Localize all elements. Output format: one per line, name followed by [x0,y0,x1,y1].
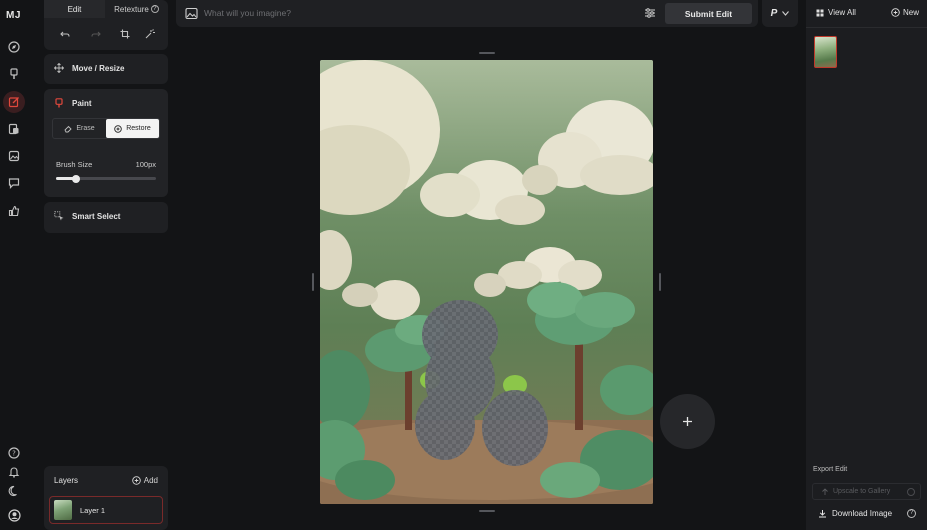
move-resize-label: Move / Resize [72,63,125,73]
add-layer-label: Add [143,476,158,485]
view-all-label: View All [828,8,856,17]
download-image-button[interactable]: Download Image ? [812,505,921,522]
chevron-down-icon [782,11,790,16]
image-icon[interactable] [185,7,198,20]
plus-circle-icon [891,8,900,17]
grid-icon [816,9,824,16]
help-icon: ? [907,509,916,518]
eraser-icon [64,125,72,132]
organize-icon[interactable] [7,122,21,136]
restore-button[interactable]: Restore [106,119,159,138]
new-label: New [902,8,919,17]
layers-panel: Layers Add Layer 1 [44,466,168,530]
redo-icon[interactable] [89,27,103,41]
mode-label: P [770,8,778,19]
bell-icon[interactable] [7,465,21,479]
thumbs-up-icon[interactable] [7,204,21,218]
canvas-handle-left[interactable] [312,273,314,291]
tab-retexture-label: Retexture [114,4,149,14]
submit-edit-button[interactable]: Submit Edit [665,3,752,24]
canvas-artwork [320,60,653,504]
layers-title: Layers [54,476,79,485]
plus-icon [683,417,692,426]
paint-label: Paint [72,98,92,108]
tab-edit[interactable]: Edit [44,0,105,18]
crop-icon[interactable] [118,27,132,41]
paint-tool: Paint Erase Restore Brush Size 100px [44,89,168,197]
layer-item[interactable]: Layer 1 [49,496,163,524]
brush-size-knob[interactable] [72,174,80,183]
export-edit-label: Export Edit [813,466,848,473]
erase-button[interactable]: Erase [53,119,106,138]
chat-icon[interactable] [7,176,21,190]
left-rail: MJ ? [0,0,30,530]
help-icon[interactable]: ? [7,446,21,460]
smart-select-label: Smart Select [72,211,121,221]
mode-dropdown[interactable]: P [762,0,798,27]
settings-sliders-icon[interactable] [644,7,656,19]
upscale-label: Upscale to Gallery [833,488,891,495]
new-button[interactable]: New [891,8,919,17]
erase-label: Erase [76,125,95,132]
prompt-input[interactable]: What will you imagine? [204,8,291,18]
editor-app: MJ ? Edit Retexture ? Move / Resize Pain… [0,0,927,530]
help-icon [907,488,915,496]
paint-brush-icon [55,98,63,108]
upscale-to-gallery-button[interactable]: Upscale to Gallery [812,483,921,500]
smart-select-icon [54,211,64,221]
help-icon: ? [150,5,159,13]
smart-select-row: Smart Select [54,211,120,221]
svg-text:?: ? [12,450,16,458]
paint-brush-icon[interactable] [7,67,21,81]
edit-thumbnail[interactable] [814,36,837,68]
paint-row[interactable]: Paint [54,98,92,108]
restore-icon [114,124,122,133]
move-resize-tool[interactable]: Move / Resize [44,54,168,84]
plus-circle-icon [132,476,141,485]
canvas-handle-right[interactable] [659,273,661,291]
upscale-icon [822,487,828,495]
restore-label: Restore [126,125,151,132]
move-icon [54,63,64,73]
profile-icon[interactable] [7,508,21,522]
download-icon [819,510,826,518]
paint-mode-toggle: Erase Restore [52,118,160,139]
view-all-button[interactable]: View All [816,8,856,17]
add-canvas-button[interactable] [660,394,715,449]
app-logo[interactable]: MJ [6,10,21,21]
right-panel: View All New Export Edit Upscale to Gall… [806,0,927,530]
layer-label: Layer 1 [80,505,106,515]
brush-size-value: 100px [135,160,156,169]
edit-canvas[interactable] [320,60,653,504]
canvas-handle-top[interactable] [479,52,495,54]
add-layer-button[interactable]: Add [132,476,158,485]
move-resize-row: Move / Resize [54,63,124,73]
brush-size-label: Brush Size [56,160,93,169]
explore-icon[interactable] [7,40,21,54]
canvas-handle-bottom[interactable] [479,510,495,512]
image-icon[interactable] [7,149,21,163]
magic-icon[interactable] [143,27,157,41]
brush-size-slider[interactable] [56,174,156,183]
smart-select-tool[interactable]: Smart Select [44,202,168,233]
divider [806,27,927,28]
edit-tabs-panel: Edit Retexture ? [44,0,168,50]
download-label: Download Image [832,509,893,518]
prompt-bar: What will you imagine? Submit Edit [176,0,758,27]
layer-thumbnail [54,500,72,520]
edit-icon[interactable] [3,91,25,113]
tab-retexture[interactable]: Retexture ? [105,0,168,18]
moon-icon[interactable] [7,484,21,498]
undo-icon[interactable] [58,27,72,41]
tab-edit-label: Edit [67,4,82,14]
